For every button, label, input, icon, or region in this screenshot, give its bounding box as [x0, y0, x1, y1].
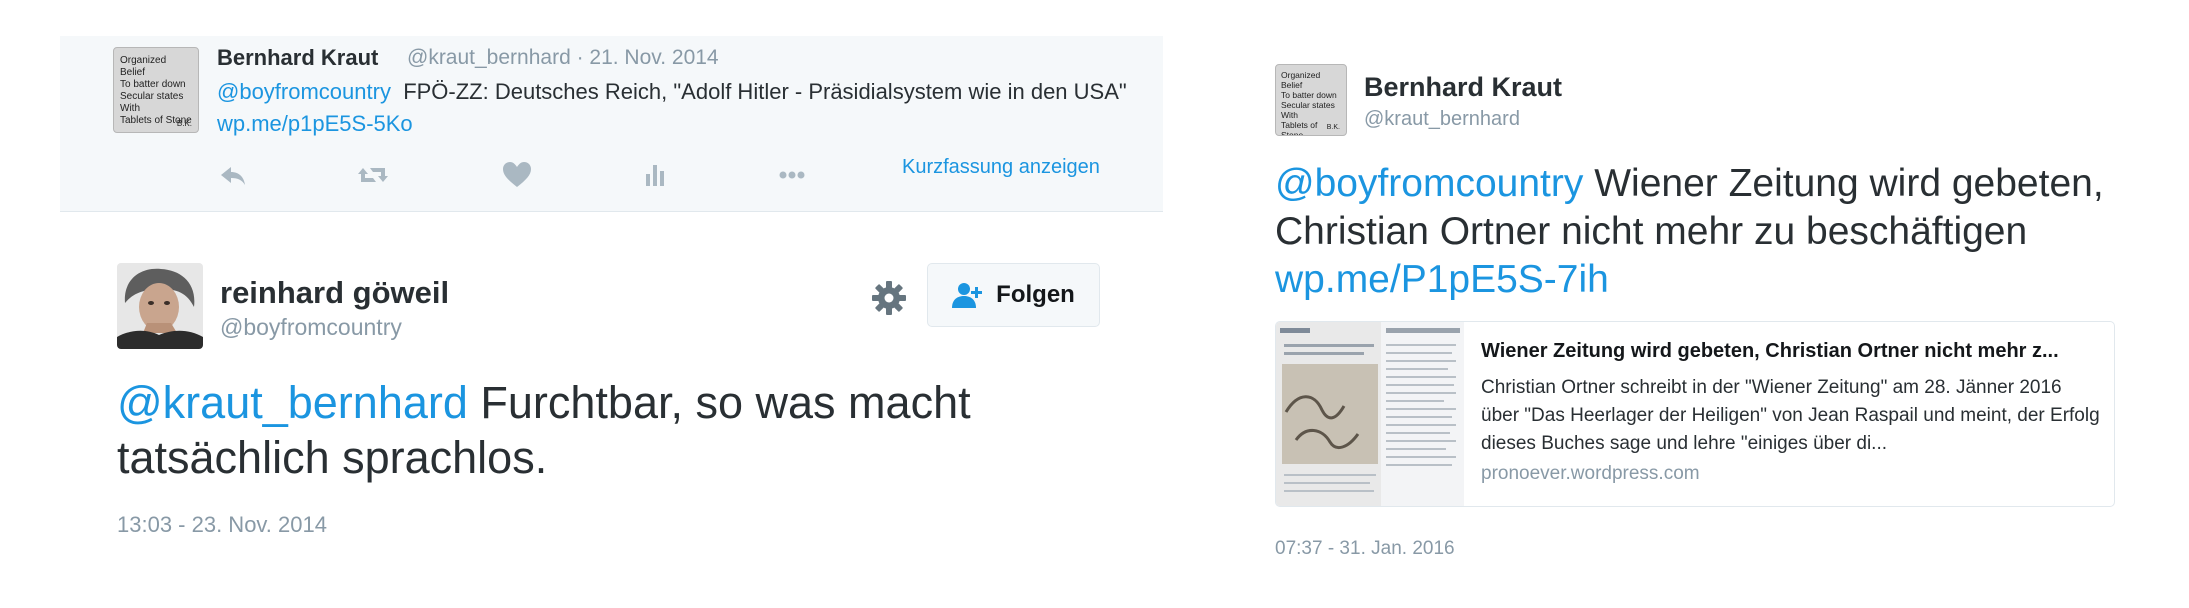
avatar-badge-initials: B.K. — [1326, 124, 1340, 131]
card-thumbnail-image — [1276, 322, 1464, 506]
avatar-badge-line: With — [120, 103, 140, 114]
right-author-name[interactable]: Bernhard Kraut — [1364, 72, 1562, 103]
parent-author-name[interactable]: Bernhard Kraut — [217, 45, 378, 71]
reply-author-handle[interactable]: @boyfromcountry — [220, 314, 402, 341]
reply-tweet-text: @kraut_bernhard Furchtbar, so was macht … — [117, 375, 1117, 485]
right-tweet-text: @boyfromcountry Wiener Zeitung wird gebe… — [1275, 160, 2125, 304]
follow-user-icon — [952, 281, 986, 309]
avatar-badge-line: Organized Belief — [120, 55, 167, 78]
reply-timestamp[interactable]: 13:03 - 23. Nov. 2014 — [117, 512, 327, 538]
reply-icon[interactable] — [216, 158, 250, 192]
right-author-avatar[interactable]: Organized Belief To batter down Secular … — [1275, 64, 1347, 136]
parent-tweet-text: @boyfromcountry FPÖ-ZZ: Deutsches Reich,… — [217, 76, 1137, 140]
card-title[interactable]: Wiener Zeitung wird gebeten, Christian O… — [1481, 340, 2101, 363]
avatar-badge-line: To batter down — [120, 79, 186, 90]
right-mention-link[interactable]: @boyfromcountry — [1275, 162, 1583, 205]
avatar-badge-line: With — [1281, 110, 1298, 120]
reply-mention-link[interactable]: @kraut_bernhard — [117, 377, 468, 428]
follow-button-label: Folgen — [996, 281, 1075, 308]
reply-author-name[interactable]: reinhard göweil — [220, 275, 449, 311]
parent-text-body: FPÖ-ZZ: Deutsches Reich, "Adolf Hitler -… — [403, 79, 1127, 104]
parent-author-meta[interactable]: @kraut_bernhard · 21. Nov. 2014 — [407, 46, 719, 70]
avatar-badge-line: Secular states — [120, 91, 184, 102]
card-domain[interactable]: pronoever.wordpress.com — [1481, 463, 1700, 485]
collapse-link[interactable]: Kurzfassung anzeigen — [902, 156, 1100, 179]
right-author-handle[interactable]: @kraut_bernhard — [1364, 108, 1520, 131]
more-icon[interactable] — [775, 158, 809, 192]
parent-mention-link[interactable]: @boyfromcountry — [217, 79, 391, 104]
right-url-link[interactable]: wp.me/P1pE5S-7ih — [1275, 258, 1609, 301]
stats-icon[interactable] — [638, 158, 672, 192]
parent-tweet[interactable]: Organized Belief To batter down Secular … — [60, 36, 1163, 212]
right-timestamp[interactable]: 07:37 - 31. Jan. 2016 — [1275, 538, 1455, 560]
like-icon[interactable] — [500, 158, 534, 192]
avatar-badge-line: To batter down — [1281, 90, 1337, 100]
link-preview-card[interactable]: Wiener Zeitung wird gebeten, Christian O… — [1275, 321, 2115, 507]
follow-button[interactable]: Folgen — [927, 263, 1100, 327]
left-tweet-panel: Organized Belief To batter down Secular … — [0, 0, 1170, 608]
avatar-badge-line: Secular states — [1281, 100, 1335, 110]
parent-url-link[interactable]: wp.me/p1pE5S-5Ko — [217, 111, 413, 136]
avatar-badge-line: Organized Belief — [1281, 70, 1321, 90]
gear-icon[interactable] — [869, 278, 909, 318]
reply-author-avatar[interactable] — [117, 263, 203, 349]
right-tweet-panel: Organized Belief To batter down Secular … — [1270, 0, 2189, 608]
card-description: Christian Ortner schreibt in der "Wiener… — [1481, 377, 2100, 454]
parent-avatar[interactable]: Organized Belief To batter down Secular … — [113, 47, 199, 133]
retweet-icon[interactable] — [356, 158, 390, 192]
avatar-badge-initials: B.K. — [176, 119, 192, 128]
